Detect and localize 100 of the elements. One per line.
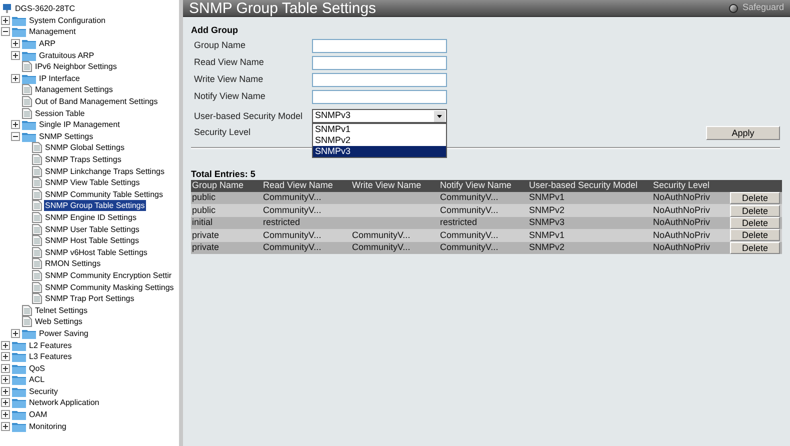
table-cell-text: CommunityV...: [351, 228, 412, 242]
tree-item[interactable]: SNMP View Table Settings: [44, 177, 141, 188]
tree-item[interactable]: Telnet Settings: [34, 304, 88, 316]
tree-item[interactable]: SNMP Group Table Settings: [44, 200, 146, 212]
tree-item[interactable]: SNMP Community Table Settings: [44, 188, 164, 200]
tree-item[interactable]: System Configuration: [28, 14, 106, 26]
page-icon: [32, 142, 42, 154]
dropdown-option[interactable]: SNMPv3: [313, 146, 446, 157]
folder-icon: [12, 409, 26, 420]
delete-button[interactable]: Delete: [730, 216, 780, 229]
table-cell-text: public: [191, 191, 217, 204]
field-label: Read View Name: [194, 56, 265, 69]
tree-item[interactable]: IP Interface: [38, 72, 81, 84]
tree-item[interactable]: Out of Band Management Settings: [34, 96, 159, 108]
security-model-select[interactable]: SNMPv3: [312, 109, 447, 123]
expand-toggle-icon[interactable]: [11, 74, 20, 83]
page-icon: [32, 177, 42, 188]
page-icon: [32, 293, 42, 304]
column-header: Write View Name: [351, 179, 422, 192]
tree-item[interactable]: ARP: [38, 38, 56, 50]
expand-toggle-icon[interactable]: [1, 398, 10, 408]
folder-icon: [22, 38, 36, 50]
folder-icon: [12, 386, 26, 397]
page-icon: [32, 224, 42, 235]
tree-item[interactable]: Web Settings: [34, 316, 84, 328]
tree-item[interactable]: SNMP Trap Port Settings: [44, 293, 136, 304]
expand-toggle-icon[interactable]: [1, 340, 10, 350]
tree-item[interactable]: Session Table: [34, 108, 86, 119]
tree-item[interactable]: Management: [28, 26, 77, 38]
tree-item[interactable]: SNMP Community Masking Settings: [44, 282, 175, 293]
page-icon: [32, 246, 42, 258]
delete-button[interactable]: Delete: [730, 242, 780, 254]
expand-toggle-icon[interactable]: [1, 386, 10, 396]
expand-toggle-icon[interactable]: [1, 422, 10, 431]
dropdown-option[interactable]: SNMPv1: [313, 124, 446, 135]
text-field[interactable]: [312, 90, 447, 104]
tree-item[interactable]: Network Application: [28, 397, 100, 408]
tree-item[interactable]: L2 Features: [28, 340, 73, 351]
expand-toggle-icon[interactable]: [1, 375, 10, 384]
tree-item[interactable]: Gratuitous ARP: [38, 50, 96, 61]
tree-item[interactable]: Management Settings: [34, 84, 114, 96]
expand-toggle-icon[interactable]: [11, 120, 20, 130]
tree-item[interactable]: SNMP User Table Settings: [44, 224, 140, 235]
column-header: User-based Security Model: [528, 179, 639, 192]
expand-toggle-icon[interactable]: [1, 352, 10, 362]
expand-toggle-icon[interactable]: [1, 364, 10, 373]
collapse-toggle-icon[interactable]: [11, 132, 20, 141]
page-icon: [22, 108, 32, 119]
status-led-icon: [729, 4, 738, 12]
tree-root[interactable]: DGS-3620-28TC: [15, 2, 76, 15]
folder-icon: [22, 130, 36, 142]
tree-item[interactable]: SNMP Host Table Settings: [44, 235, 140, 246]
expand-toggle-icon[interactable]: [1, 16, 10, 25]
table-cell-text: restricted: [262, 216, 302, 230]
page-icon: [22, 316, 32, 328]
tree-item[interactable]: IPv6 Neighbor Settings: [34, 61, 118, 72]
tree-item[interactable]: SNMP Engine ID Settings: [44, 212, 138, 223]
folder-icon: [12, 420, 26, 432]
tree-item[interactable]: QoS: [28, 362, 46, 374]
table-cell-text: NoAuthNoPriv: [652, 241, 712, 254]
field-label: Group Name: [194, 38, 247, 52]
folder-icon: [22, 119, 36, 130]
apply-button[interactable]: Apply: [706, 126, 780, 140]
tree-item[interactable]: SNMP Global Settings: [44, 142, 126, 154]
expand-toggle-icon[interactable]: [11, 328, 20, 338]
dropdown-option[interactable]: SNMPv2: [313, 135, 446, 146]
tree-item[interactable]: SNMP Traps Settings: [44, 154, 122, 166]
tree-item[interactable]: SNMP v6Host Table Settings: [44, 246, 148, 258]
tree-item[interactable]: SNMP Community Encryption Settir: [44, 270, 173, 281]
field-label: Write View Name: [194, 72, 264, 86]
tree-item[interactable]: ACL: [28, 374, 46, 386]
tree-item[interactable]: Power Saving: [38, 328, 90, 339]
delete-button[interactable]: Delete: [730, 192, 780, 204]
page-icon: [22, 96, 32, 108]
expand-toggle-icon[interactable]: [11, 50, 20, 60]
page-icon: [32, 212, 42, 223]
table-cell-text: initial: [191, 216, 214, 230]
tree-item[interactable]: Monitoring: [28, 420, 68, 432]
text-field[interactable]: [312, 72, 447, 86]
delete-button[interactable]: Delete: [730, 229, 780, 242]
text-field[interactable]: [312, 56, 447, 70]
collapse-toggle-icon[interactable]: [1, 27, 10, 36]
page-icon: [32, 258, 42, 270]
folder-icon: [22, 50, 36, 61]
table-cell-text: SNMPv1: [528, 191, 566, 204]
delete-button[interactable]: Delete: [730, 204, 780, 217]
expand-toggle-icon[interactable]: [1, 410, 10, 420]
tree-item[interactable]: Security: [28, 386, 59, 397]
tree-item[interactable]: Single IP Management: [38, 119, 121, 130]
tree-item[interactable]: OAM: [28, 409, 48, 420]
tree-item[interactable]: SNMP Settings: [38, 130, 94, 142]
tree-item[interactable]: L3 Features: [28, 351, 73, 362]
expand-toggle-icon[interactable]: [11, 39, 20, 48]
text-field[interactable]: [312, 38, 447, 52]
page-icon: [32, 235, 42, 246]
tree-item[interactable]: SNMP Linkchange Traps Settings: [44, 166, 166, 177]
page-icon: [32, 188, 42, 200]
table-cell-text: CommunityV...: [262, 204, 322, 217]
page-icon: [22, 304, 32, 316]
tree-item[interactable]: RMON Settings: [44, 258, 102, 270]
